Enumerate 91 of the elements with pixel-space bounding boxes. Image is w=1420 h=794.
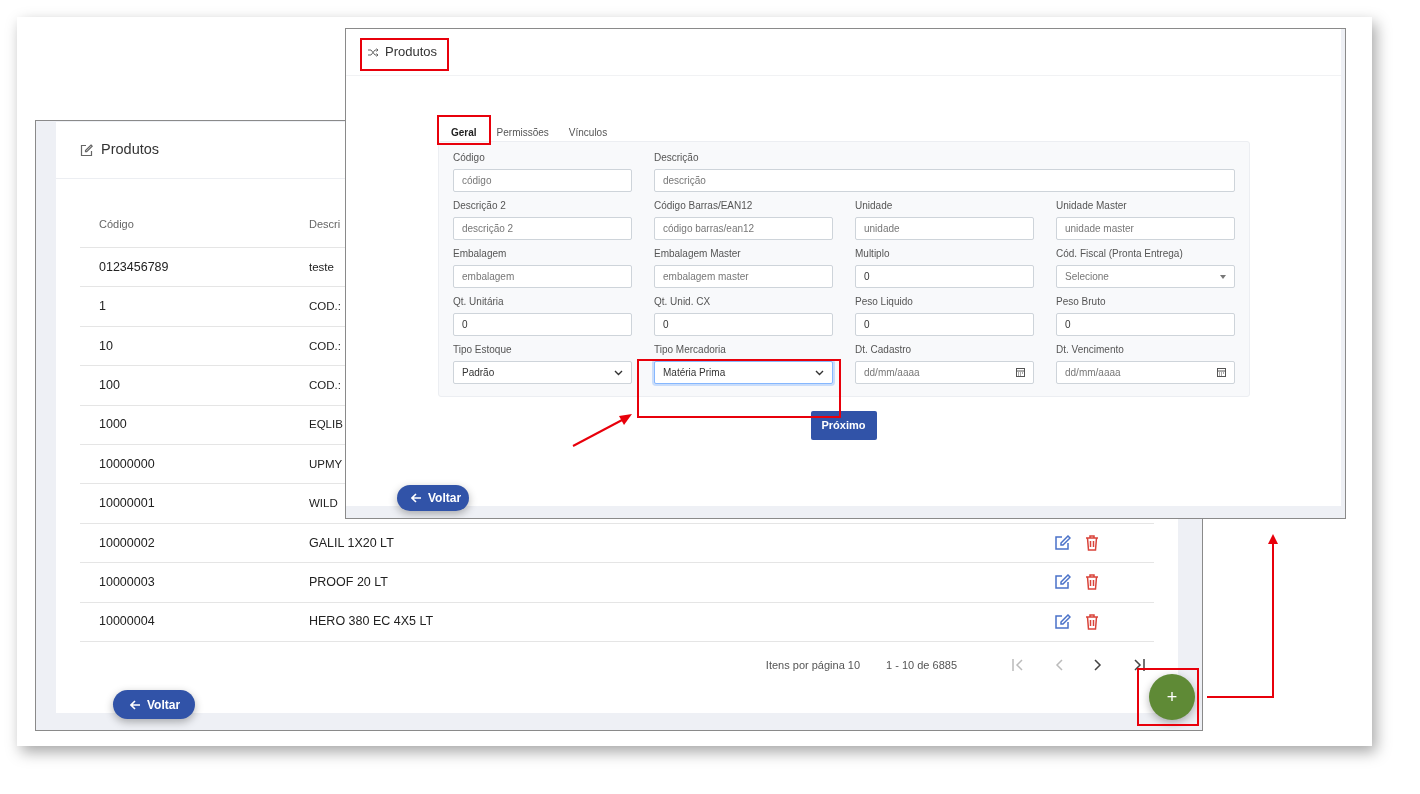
trash-icon[interactable] [1085, 613, 1099, 630]
trash-icon[interactable] [1085, 534, 1099, 551]
table-cell-text: 10000000 [98, 455, 156, 473]
table-cell: WILD [309, 497, 338, 510]
input-field[interactable]: 0 [654, 313, 833, 336]
highlight-frame [1137, 668, 1199, 726]
field-label: Tipo Mercadoria [654, 343, 727, 357]
table-cell: GALIL 1X20 LT [309, 535, 394, 550]
caret-icon [1220, 274, 1226, 279]
tab[interactable]: Permissões [486, 126, 559, 141]
table-cell-text: 10000001 [98, 495, 156, 513]
field-label: Embalagem Master [654, 247, 742, 261]
input-field[interactable]: descrição 2 [453, 217, 632, 240]
table-cell: HERO 380 EC 4X5 LT [309, 614, 434, 629]
input-field[interactable]: 0 [855, 313, 1034, 336]
back-button[interactable]: Voltar [113, 690, 195, 719]
field-label: Código [453, 151, 486, 165]
calendar-icon [1217, 368, 1226, 377]
page-range-label: 1 - 10 de 6885 [886, 657, 957, 673]
tab[interactable]: Geral [441, 126, 487, 141]
select-field[interactable]: Padrão [453, 361, 632, 384]
field-label: Descrição [654, 151, 700, 165]
table-cell-text: 1000 [98, 416, 128, 434]
field-label: Unidade [855, 199, 894, 213]
input-field[interactable]: unidade master [1056, 217, 1235, 240]
edit-icon[interactable] [1054, 534, 1071, 551]
trash-icon[interactable] [1085, 574, 1099, 591]
field-label: Tipo Estoque [453, 343, 513, 357]
items-per-page-label: Itens por página 10 [765, 657, 861, 673]
table-cell: COD.: [309, 379, 341, 391]
date-field[interactable]: dd/mm/aaaa [855, 361, 1034, 384]
select-field[interactable]: Matéria Prima [654, 361, 833, 384]
edit-icon [80, 143, 93, 157]
edit-icon[interactable] [1054, 613, 1071, 630]
field-label: Qt. Unitária [453, 295, 505, 309]
window-title: Produtos [385, 43, 438, 62]
table-cell: UPMY [309, 457, 343, 470]
table-cell-text: 10000002 [98, 534, 156, 552]
table-cell-text: 1 [98, 298, 107, 316]
input-field[interactable]: embalagem master [654, 265, 833, 288]
select-field[interactable]: Selecione [1056, 265, 1235, 288]
back-button[interactable]: Voltar [397, 485, 469, 511]
field-label: Dt. Cadastro [855, 343, 913, 357]
input-field[interactable]: embalagem [453, 265, 632, 288]
input-field[interactable]: unidade [855, 217, 1034, 240]
calendar-icon [1016, 368, 1025, 377]
add-button[interactable]: + [1149, 674, 1195, 720]
table-cell-text: 10000004 [98, 613, 156, 631]
field-label: Embalagem [453, 247, 508, 261]
shuffle-icon [368, 47, 379, 57]
input-field[interactable]: 0 [855, 265, 1034, 288]
field-label: Peso Liquido [855, 295, 914, 309]
table-cell-text: 10000003 [98, 573, 156, 591]
table-cell-text: 10 [98, 337, 114, 355]
table-cell: teste [309, 260, 334, 273]
highlight-frame [437, 115, 491, 145]
input-field[interactable]: 0 [453, 313, 632, 336]
input-field[interactable]: código barras/ean12 [654, 217, 833, 240]
chevron-icon [1054, 657, 1064, 672]
field-label: Multiplo [855, 247, 891, 261]
input-field[interactable]: descrição [654, 169, 1235, 192]
tab[interactable]: Vínculos [558, 126, 618, 141]
table-cell-text: 0123456789 [98, 258, 170, 276]
column-header: Código [98, 216, 135, 232]
chevron-down-icon [815, 369, 824, 376]
date-field[interactable]: dd/mm/aaaa [1056, 361, 1235, 384]
table-cell: EQLIB [309, 418, 343, 431]
input-field[interactable]: 0 [1056, 313, 1235, 336]
field-label: Cód. Fiscal (Pronta Entrega) [1056, 247, 1184, 261]
input-field[interactable]: código [453, 169, 632, 192]
table-cell: PROOF 20 LT [309, 574, 388, 589]
page-title: Produtos [101, 140, 160, 160]
chevron-down-icon [614, 369, 623, 376]
arrow-left-icon [411, 493, 422, 503]
field-label: Descrição 2 [453, 199, 507, 213]
table-cell-text: 100 [98, 377, 121, 394]
bar-chevron-icon [1132, 657, 1146, 672]
field-label: Dt. Vencimento [1056, 343, 1125, 357]
field-label: Código Barras/EAN12 [654, 199, 754, 213]
field-label: Unidade Master [1056, 199, 1128, 213]
table-cell: COD.: [309, 339, 341, 352]
next-button[interactable]: Próximo [810, 411, 877, 440]
chevron-icon [1093, 657, 1103, 672]
field-label: Qt. Unid. CX [654, 295, 712, 309]
field-label: Peso Bruto [1056, 295, 1107, 309]
annotation-arrow [572, 412, 634, 448]
bar-chevron-icon [1011, 657, 1025, 672]
edit-icon[interactable] [1054, 574, 1071, 591]
table-cell: COD.: [309, 300, 341, 313]
arrow-left-icon [130, 699, 141, 710]
column-header: Descri [309, 217, 341, 230]
